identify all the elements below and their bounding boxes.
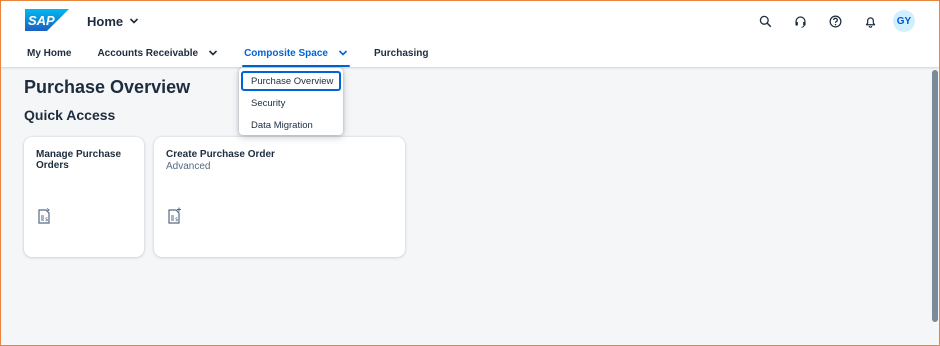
tile-manage-purchase-orders[interactable]: Manage Purchase Orders $ <box>24 137 144 257</box>
tab-label: Accounts Receivable <box>97 47 199 59</box>
tab-label: Purchasing <box>373 47 429 59</box>
create-purchase-order-icon: $ <box>168 207 181 224</box>
help-icon <box>829 15 841 27</box>
scrollbar-thumb[interactable] <box>932 70 938 322</box>
support-button[interactable] <box>789 10 811 32</box>
tab-composite-space[interactable]: Composite Space <box>242 39 350 67</box>
chevron-down-icon <box>208 48 218 58</box>
home-title: Home <box>87 13 124 29</box>
tab-purchasing[interactable]: Purchasing <box>372 39 430 67</box>
headset-icon <box>794 15 806 28</box>
menu-item-purchase-overview[interactable]: Purchase Overview <box>241 71 341 91</box>
tile-title: Manage Purchase Orders <box>36 149 122 171</box>
tile-title: Create Purchase Order <box>166 149 275 160</box>
bell-icon <box>865 16 875 28</box>
tab-my-home[interactable]: My Home <box>25 39 73 67</box>
notifications-button[interactable] <box>859 10 881 32</box>
tile-create-purchase-order[interactable]: Create Purchase Order Advanced $ <box>154 137 405 257</box>
purchase-order-icon: $ <box>38 208 50 224</box>
tab-accounts-receivable[interactable]: Accounts Receivable <box>95 39 220 67</box>
shell-bar: SAP Home GY My Home Accounts Receivable <box>1 1 939 67</box>
tab-label: My Home <box>27 47 72 59</box>
user-avatar[interactable]: GY <box>893 10 915 32</box>
sap-logo-text: SAP <box>28 13 55 28</box>
page-title: Purchase Overview <box>24 77 191 97</box>
chevron-down-icon <box>129 16 139 26</box>
svg-text:$: $ <box>175 217 179 223</box>
chevron-down-icon <box>338 48 348 58</box>
menu-item-security[interactable]: Security <box>241 93 341 113</box>
help-button[interactable] <box>824 10 846 32</box>
composite-space-menu: Purchase Overview Security Data Migratio… <box>239 68 343 135</box>
svg-text:$: $ <box>45 217 49 223</box>
section-title: Quick Access <box>24 107 116 123</box>
page-content: Purchase Overview Quick Access Manage Pu… <box>1 67 939 345</box>
search-icon <box>759 15 771 27</box>
space-navigation: My Home Accounts Receivable Composite Sp… <box>25 39 452 67</box>
tab-label: Composite Space <box>244 47 328 59</box>
menu-item-data-migration[interactable]: Data Migration <box>241 115 341 135</box>
sap-logo[interactable]: SAP <box>25 9 69 31</box>
shell-actions: GY <box>741 10 915 32</box>
home-menu-button[interactable]: Home <box>87 11 139 31</box>
tile-subtitle: Advanced <box>166 161 211 172</box>
search-button[interactable] <box>754 10 776 32</box>
